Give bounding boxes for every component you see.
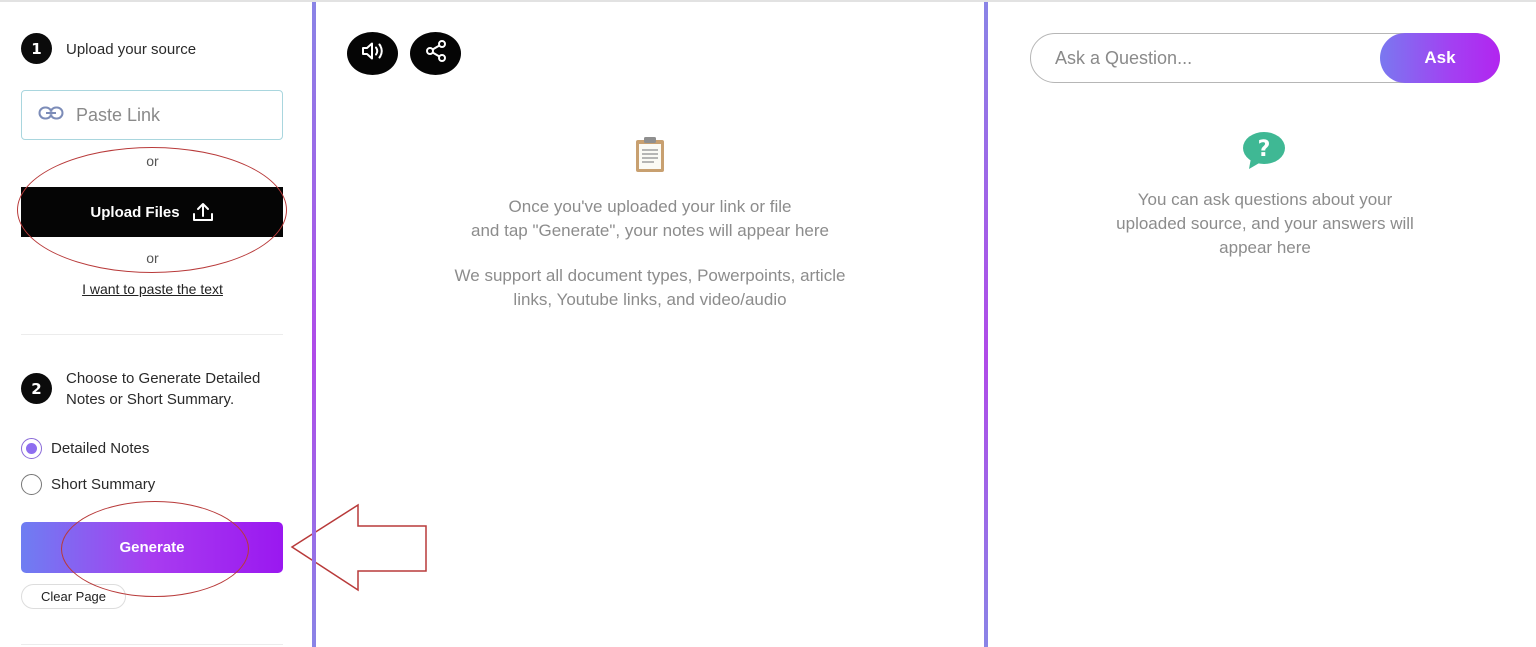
or-separator-2: or <box>146 250 159 266</box>
step-2-title-line1: Choose to Generate Detailed <box>66 370 261 387</box>
question-bubble-icon: ? <box>1241 131 1287 176</box>
svg-text:?: ? <box>1258 137 1271 162</box>
radio-short-summary[interactable] <box>21 474 42 495</box>
panel-separator-left <box>312 2 316 647</box>
notes-placeholder-line1: Once you've uploaded your link or file <box>508 197 792 216</box>
clear-page-button[interactable]: Clear Page <box>21 584 126 609</box>
step-2-badge: 2 <box>21 373 52 404</box>
step-1-title: Upload your source <box>66 41 197 58</box>
ask-question-input[interactable] <box>1055 34 1375 82</box>
upload-icon <box>192 201 214 223</box>
share-button[interactable] <box>410 32 461 75</box>
radio-detailed-notes[interactable] <box>21 438 42 459</box>
ask-button[interactable]: Ask <box>1380 33 1500 83</box>
paste-link-input[interactable]: Paste Link <box>21 90 283 140</box>
paste-link-label: Paste Link <box>76 104 161 125</box>
answers-placeholder-line1: You can ask questions about your <box>1137 190 1393 209</box>
link-icon <box>38 106 64 125</box>
answers-placeholder-line3: appear here <box>1219 238 1311 257</box>
option-short-summary[interactable]: Short Summary <box>21 474 155 495</box>
notes-placeholder-line2: and tap "Generate", your notes will appe… <box>471 221 829 240</box>
section-divider <box>21 334 283 335</box>
annotation-arrow <box>290 503 427 592</box>
generate-button[interactable]: Generate <box>21 522 283 573</box>
or-separator: or <box>146 153 159 169</box>
panel-separator-right <box>984 2 988 647</box>
option-detailed-notes[interactable]: Detailed Notes <box>21 438 149 459</box>
paste-text-link[interactable]: I want to paste the text <box>0 281 305 297</box>
notes-placeholder-line4: links, Youtube links, and video/audio <box>513 290 787 309</box>
share-icon <box>424 39 448 68</box>
upload-files-button[interactable]: Upload Files <box>21 187 283 237</box>
read-aloud-button[interactable] <box>347 32 398 75</box>
step-1-badge: 1 <box>21 33 52 64</box>
step-2-title-line2: Notes or Short Summary. <box>66 391 235 408</box>
speaker-icon <box>360 40 386 67</box>
option-label: Short Summary <box>51 476 156 493</box>
upload-files-label: Upload Files <box>90 203 180 221</box>
bottom-divider <box>21 644 283 645</box>
clipboard-icon <box>633 136 667 179</box>
source-panel: 1 Upload your source Paste Link or Uploa… <box>0 2 313 647</box>
notes-placeholder-line3: We support all document types, Powerpoin… <box>454 266 846 285</box>
option-label: Detailed Notes <box>51 440 150 457</box>
answers-placeholder-line2: uploaded source, and your answers will <box>1116 214 1414 233</box>
